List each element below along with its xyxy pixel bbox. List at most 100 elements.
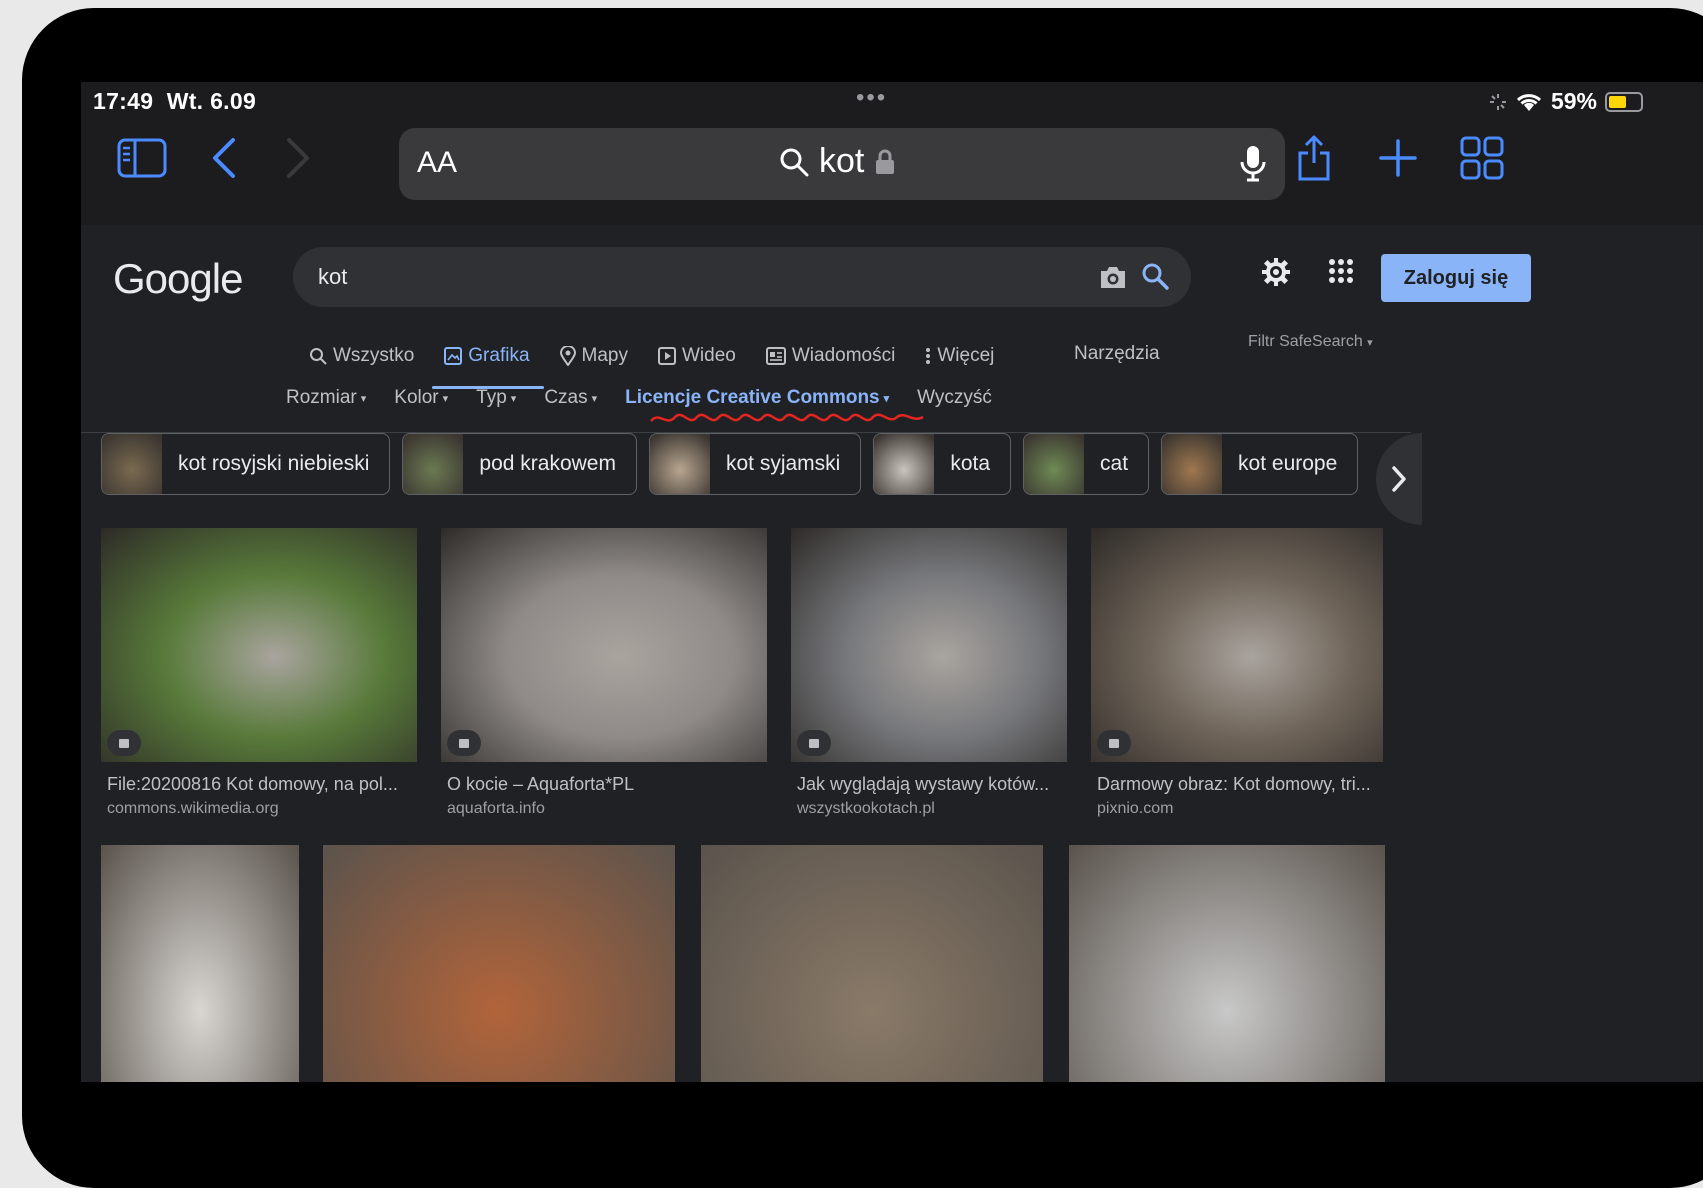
- result-title[interactable]: O kocie – Aquaforta*PL: [447, 774, 767, 795]
- status-time: 17:49 Wt. 6.09: [93, 88, 257, 114]
- chip-thumbnail: [1162, 434, 1223, 494]
- more-vert-icon: [925, 347, 931, 365]
- tab-wszystko[interactable]: Wszystko: [309, 339, 414, 373]
- tab-label: Grafika: [468, 345, 530, 366]
- chip-thumbnail: [1024, 434, 1085, 494]
- url-query: kot: [819, 142, 865, 180]
- back-icon[interactable]: [197, 134, 251, 182]
- result-thumbnail[interactable]: [323, 845, 675, 1082]
- forward-icon[interactable]: [271, 134, 325, 182]
- tab-label: Mapy: [581, 345, 628, 366]
- tab-label: Wideo: [682, 345, 736, 366]
- search-icon: [780, 148, 809, 176]
- result-thumbnail[interactable]: [1091, 528, 1383, 762]
- filter-rozmiar[interactable]: Rozmiar ▾: [286, 387, 366, 409]
- filter-label: Kolor: [394, 387, 439, 408]
- related-chip[interactable]: kot rosyjski niebieski: [101, 433, 391, 495]
- chip-label: pod krakowem: [479, 452, 616, 475]
- image-result[interactable]: Jak wyglądają wystawy kotów... wszystkook…: [791, 528, 1067, 828]
- related-chip[interactable]: kot europe: [1161, 433, 1359, 495]
- result-thumbnail[interactable]: [441, 528, 767, 762]
- result-thumbnail[interactable]: [101, 528, 417, 762]
- related-chip[interactable]: cat: [1023, 433, 1150, 495]
- filter-typ[interactable]: Typ ▾: [476, 387, 516, 409]
- google-logo[interactable]: Google: [113, 255, 243, 303]
- filter-licencje-creative-commons[interactable]: Licencje Creative Commons ▾: [625, 387, 889, 409]
- result-source: commons.wikimedia.org: [107, 800, 279, 817]
- share-icon[interactable]: [1287, 134, 1341, 182]
- microphone-icon[interactable]: [1239, 144, 1267, 189]
- wifi-icon: [1516, 93, 1541, 111]
- tools-link[interactable]: Narzędzia: [1074, 343, 1160, 365]
- search-icon[interactable]: [1141, 262, 1169, 295]
- result-source: pixnio.com: [1097, 800, 1174, 817]
- chip-label: kota: [950, 452, 991, 475]
- status-right: 59%: [1489, 88, 1643, 115]
- image-result[interactable]: File:20200816 Kot domowy, na pol... commo…: [101, 528, 417, 828]
- image-icon: [444, 347, 463, 365]
- chip-label: kot syjamski: [725, 452, 841, 475]
- chip-thumbnail: [403, 434, 464, 494]
- image-result[interactable]: O kocie – Aquaforta*PL aquaforta.info: [441, 528, 767, 828]
- chip-thumbnail: [649, 434, 710, 494]
- red-squiggle-annotation: [650, 413, 924, 422]
- apps-grid-icon[interactable]: [1328, 258, 1354, 289]
- filter-kolor[interactable]: Kolor ▾: [394, 387, 448, 409]
- filter-label: Typ: [476, 387, 507, 408]
- related-search-chips: kot rosyjski niebieski pod krakowem kot sy…: [101, 433, 1359, 495]
- result-thumbnail[interactable]: [101, 845, 299, 1082]
- result-thumbnail[interactable]: [701, 845, 1043, 1082]
- activity-icon: [1489, 93, 1506, 110]
- google-page: Google kot Zaloguj się Wszystko Grafika Ma…: [81, 225, 1703, 1082]
- caret-down-icon: ▾: [591, 392, 598, 405]
- chip-thumbnail: [102, 434, 162, 494]
- result-title[interactable]: Darmowy obraz: Kot domowy, tri...: [1097, 774, 1383, 795]
- chevron-right-icon: [1392, 466, 1406, 492]
- image-result[interactable]: Darmowy obraz: Kot domowy, tri... pixnio.…: [1091, 528, 1383, 828]
- tabs-overview-icon[interactable]: [1455, 134, 1509, 182]
- address-bar[interactable]: AA kot: [399, 128, 1285, 200]
- chip-label: cat: [1100, 452, 1129, 475]
- result-title[interactable]: File:20200816 Kot domowy, na pol...: [107, 774, 417, 795]
- tab-label: Wiadomości: [791, 345, 896, 366]
- camera-icon[interactable]: [1099, 264, 1127, 295]
- chips-next-button[interactable]: [1376, 433, 1422, 525]
- related-chip[interactable]: kota: [873, 433, 1012, 495]
- chip-label: kot rosyjski niebieski: [178, 452, 370, 475]
- result-title[interactable]: Jak wyglądają wystawy kotów...: [797, 774, 1067, 795]
- screen: 17:49 Wt. 6.09 ••• 59% AA kot Google kot…: [81, 82, 1703, 1082]
- battery-percent: 59%: [1550, 88, 1597, 114]
- multitasking-dots[interactable]: •••: [856, 84, 887, 112]
- text-size-button[interactable]: AA: [417, 146, 457, 180]
- result-thumbnail[interactable]: [1069, 845, 1385, 1082]
- tab-label: Wszystko: [333, 345, 415, 366]
- sign-in-button[interactable]: Zaloguj się: [1381, 254, 1531, 302]
- safesearch-filter[interactable]: Filtr SafeSearch ▾: [1248, 333, 1373, 351]
- image-type-badge-icon: [1097, 730, 1131, 756]
- filter-label: Licencje Creative Commons: [625, 387, 880, 408]
- filter-bar: Rozmiar ▾ Kolor ▾ Typ ▾ Czas ▾ Licencje Creative…: [286, 387, 992, 409]
- filter-label: Rozmiar: [286, 387, 357, 408]
- tab-label: Więcej: [937, 345, 995, 366]
- filter-czas[interactable]: Czas ▾: [544, 387, 597, 409]
- tab-więcej[interactable]: Więcej: [925, 339, 994, 373]
- tab-mapy[interactable]: Mapy: [559, 339, 628, 373]
- search-box[interactable]: kot: [293, 247, 1191, 307]
- image-type-badge-icon: [797, 730, 831, 756]
- result-thumbnail[interactable]: [791, 528, 1067, 762]
- image-type-badge-icon: [107, 730, 141, 756]
- related-chip[interactable]: pod krakowem: [402, 433, 637, 495]
- new-tab-icon[interactable]: [1371, 134, 1425, 182]
- settings-gear-icon[interactable]: [1261, 257, 1291, 292]
- chip-thumbnail: [874, 434, 935, 494]
- tab-wiadomości[interactable]: Wiadomości: [765, 339, 896, 373]
- search-input[interactable]: kot: [318, 264, 347, 290]
- image-type-badge-icon: [447, 730, 481, 756]
- related-chip[interactable]: kot syjamski: [648, 433, 862, 495]
- address-center: kot: [779, 142, 896, 181]
- sidebar-icon[interactable]: [115, 134, 169, 182]
- tab-grafika[interactable]: Grafika: [432, 339, 544, 389]
- clear-filters-link[interactable]: Wyczyść: [917, 387, 992, 409]
- tab-wideo[interactable]: Wideo: [658, 339, 736, 373]
- battery-icon: [1605, 91, 1643, 112]
